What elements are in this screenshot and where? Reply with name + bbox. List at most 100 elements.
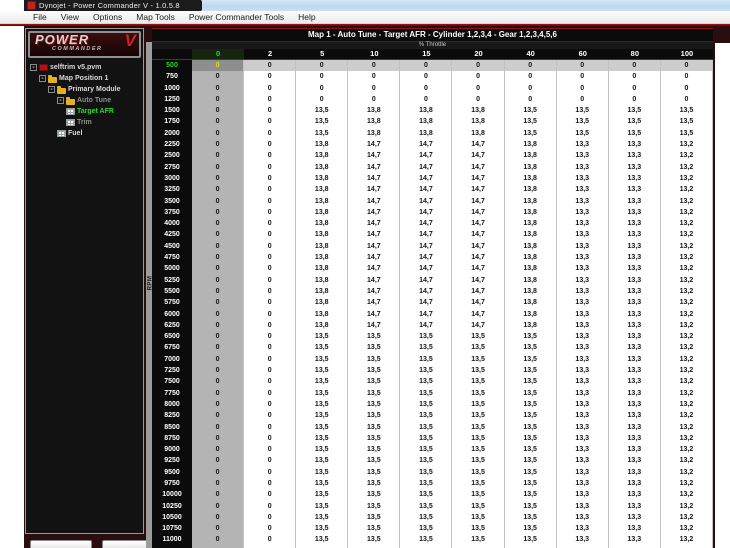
table-row: 3250 0 0 13,8 14,7 14,7 14,7 13,8 13,3 13,3 13,2 bbox=[152, 184, 713, 197]
logo-commander-text: COMMANDER bbox=[52, 46, 103, 52]
column-header-5[interactable]: 5 bbox=[296, 49, 348, 59]
table-row: 1500 0 0 13,5 13,8 13,8 13,8 13,5 13,5 13,5 13,5 bbox=[152, 105, 713, 118]
logo-v-text: V bbox=[124, 31, 136, 50]
table-row: 7500 0 0 13,5 13,5 13,5 13,5 13,5 13,3 13,3 13,2 bbox=[152, 376, 713, 389]
table-row: 4750 0 0 13,8 14,7 14,7 14,7 13,8 13,3 13,3 13,2 bbox=[152, 252, 713, 265]
titlebar-chip: Dynojet - Power Commander V - 1.0.5.8 bbox=[24, 0, 202, 11]
table-row: 6000 0 0 13,8 14,7 14,7 14,7 13,8 13,3 13,3 13,2 bbox=[152, 308, 713, 321]
menu-power-commander-tools[interactable]: Power Commander Tools bbox=[182, 11, 291, 24]
tree-item-trim[interactable]: Trim bbox=[26, 117, 143, 128]
table-row: 3000 0 0 13,8 14,7 14,7 14,7 13,8 13,3 13,3 13,2 bbox=[152, 172, 713, 186]
menu-view[interactable]: View bbox=[54, 11, 86, 24]
tree-item-target-afr[interactable]: Target AFR bbox=[26, 106, 143, 117]
table-row: 7750 0 0 13,5 13,5 13,5 13,5 13,5 13,3 13,3 13,2 bbox=[152, 387, 713, 400]
collapse-icon[interactable]: - bbox=[48, 86, 55, 93]
tree-item-map-position-1[interactable]: - Map Position 1 bbox=[26, 73, 143, 84]
table-row: 6500 0 0 13,5 13,5 13,5 13,5 13,5 13,3 13,3 13,2 bbox=[152, 331, 713, 344]
map-table-icon bbox=[66, 108, 75, 115]
table-row: 1750 0 0 13,5 13,8 13,8 13,8 13,5 13,5 13,5 13,5 bbox=[152, 116, 713, 129]
table-rows: 500 0 0 0 0 0 0 0 0 0 0 750 0 0 0 0 0 0 0 0 0 0 1000 0 0 0 0 0 0 0 0 0 0… bbox=[152, 60, 713, 548]
table-row: 10500 0 0 13,5 13,5 13,5 13,5 13,5 13,3 13,3 13,2 bbox=[152, 511, 713, 525]
tree-item-label: Map Position 1 bbox=[59, 75, 109, 82]
map-tree: - selftrim v5.pvm - Map Position 1- Primary … bbox=[26, 62, 143, 139]
menu-options[interactable]: Options bbox=[86, 11, 129, 24]
table-row: 6750 0 0 13,5 13,5 13,5 13,5 13,5 13,3 13,3 13,2 bbox=[152, 342, 713, 355]
logo-power-text: POWER bbox=[35, 32, 90, 47]
table-area: Map 1 - Auto Tune - Target AFR - Cylinde… bbox=[152, 28, 713, 548]
table-row: 2250 0 0 13,8 14,7 14,7 14,7 13,8 13,3 13,3 13,2 bbox=[152, 139, 713, 152]
table-row: 5500 0 0 13,8 14,7 14,7 14,7 13,8 13,3 13,3 13,2 bbox=[152, 285, 713, 299]
device-icon bbox=[39, 64, 48, 71]
table-row: 1250 0 0 0 0 0 0 0 0 0 0 bbox=[152, 93, 713, 107]
folder-icon bbox=[57, 85, 66, 94]
table-row: 2500 0 0 13,8 14,7 14,7 14,7 13,8 13,3 13,3 13,2 bbox=[152, 150, 713, 163]
folder-icon bbox=[48, 74, 57, 83]
column-header-80[interactable]: 80 bbox=[609, 49, 661, 59]
table-row: 750 0 0 0 0 0 0 0 0 0 0 bbox=[152, 71, 713, 84]
column-header-20[interactable]: 20 bbox=[452, 49, 504, 59]
table-row: 10000 0 0 13,5 13,5 13,5 13,5 13,5 13,3 13,3 13,2 bbox=[152, 489, 713, 502]
table-row: 6250 0 0 13,8 14,7 14,7 14,7 13,8 13,3 13,3 13,2 bbox=[152, 319, 713, 333]
column-header-60[interactable]: 60 bbox=[557, 49, 609, 59]
table-row: 5000 0 0 13,8 14,7 14,7 14,7 13,8 13,3 13,3 13,2 bbox=[152, 263, 713, 276]
tree-item-auto-tune[interactable]: - Auto Tune bbox=[26, 95, 143, 106]
table-row: 4500 0 0 13,8 14,7 14,7 14,7 13,8 13,3 13,3 13,2 bbox=[152, 240, 713, 254]
app-window: Dynojet - Power Commander V - 1.0.5.8 Fi… bbox=[0, 0, 730, 548]
menu-map-tools[interactable]: Map Tools bbox=[129, 11, 182, 24]
collapse-icon[interactable]: - bbox=[39, 75, 46, 82]
table-row: 10750 0 0 13,5 13,5 13,5 13,5 13,5 13,3 13,3 13,2 bbox=[152, 523, 713, 536]
main-content: POWER V COMMANDER - selftrim v5.pvm - Map P… bbox=[24, 26, 730, 548]
footer-button-left[interactable] bbox=[30, 540, 92, 548]
menu-bar: File View Options Map Tools Power Commander … bbox=[0, 11, 730, 24]
tree-item-label: Primary Module bbox=[68, 86, 121, 93]
tree-item-fuel[interactable]: Fuel bbox=[26, 128, 143, 139]
collapse-icon[interactable]: - bbox=[57, 97, 64, 104]
window-title: Dynojet - Power Commander V - 1.0.5.8 bbox=[39, 1, 180, 10]
table-row: 10250 0 0 13,5 13,5 13,5 13,5 13,5 13,3 13,3 13,2 bbox=[152, 500, 713, 513]
table-row: 2000 0 0 13,5 13,8 13,8 13,8 13,5 13,5 13,5 13,5 bbox=[152, 127, 713, 141]
tree-item-primary-module[interactable]: - Primary Module bbox=[26, 84, 143, 95]
map-header-title: Map 1 - Auto Tune - Target AFR - Cylinde… bbox=[152, 28, 713, 42]
power-commander-logo: POWER V COMMANDER bbox=[28, 31, 141, 58]
table-row: 8000 0 0 13,5 13,5 13,5 13,5 13,5 13,3 13,3 13,2 bbox=[152, 398, 713, 412]
tree-item-label: Trim bbox=[77, 119, 92, 126]
table-row: 8250 0 0 13,5 13,5 13,5 13,5 13,5 13,3 13,3 13,2 bbox=[152, 410, 713, 423]
table-row: 11000 0 0 13,5 13,5 13,5 13,5 13,5 13,3 13,3 13,2 bbox=[152, 534, 713, 547]
table-row: 4000 0 0 13,8 14,7 14,7 14,7 13,8 13,3 13,3 13,2 bbox=[152, 218, 713, 231]
app-icon bbox=[27, 1, 36, 10]
collapse-icon[interactable]: - bbox=[30, 64, 37, 71]
table-row: 5750 0 0 13,8 14,7 14,7 14,7 13,8 13,3 13,3 13,2 bbox=[152, 297, 713, 310]
table-row: 3750 0 0 13,8 14,7 14,7 14,7 13,8 13,3 13,3 13,2 bbox=[152, 206, 713, 220]
tree-item-label: Fuel bbox=[68, 130, 83, 137]
table-row: 2750 0 0 13,8 14,7 14,7 14,7 13,8 13,3 13,3 13,2 bbox=[152, 161, 713, 174]
table-row: 7250 0 0 13,5 13,5 13,5 13,5 13,5 13,3 13,3 13,2 bbox=[152, 365, 713, 378]
menu-help[interactable]: Help bbox=[291, 11, 322, 24]
table-row: 9750 0 0 13,5 13,5 13,5 13,5 13,5 13,3 13,3 13,2 bbox=[152, 477, 713, 491]
table-row: 3500 0 0 13,8 14,7 14,7 14,7 13,8 13,3 13,3 13,2 bbox=[152, 195, 713, 208]
column-header-2[interactable]: 2 bbox=[244, 49, 296, 59]
map-table-icon bbox=[57, 130, 66, 137]
column-header-40[interactable]: 40 bbox=[505, 49, 557, 59]
map-table-icon bbox=[66, 119, 75, 126]
tree-item-label: Auto Tune bbox=[77, 97, 112, 104]
table-row: 8750 0 0 13,5 13,5 13,5 13,5 13,5 13,3 13,3 13,2 bbox=[152, 432, 713, 446]
window-titlebar: Dynojet - Power Commander V - 1.0.5.8 bbox=[24, 0, 730, 11]
column-header-0[interactable]: 0 bbox=[192, 49, 245, 59]
table-row: 9000 0 0 13,5 13,5 13,5 13,5 13,5 13,3 13,3 13,2 bbox=[152, 444, 713, 457]
tree-item-selftrim-v5-pvm[interactable]: - selftrim v5.pvm bbox=[26, 62, 143, 73]
tree-item-label: Target AFR bbox=[77, 108, 114, 115]
column-header-15[interactable]: 15 bbox=[400, 49, 452, 59]
table-row: 8500 0 0 13,5 13,5 13,5 13,5 13,5 13,3 13,3 13,2 bbox=[152, 421, 713, 434]
throttle-axis-label: % Throttle bbox=[152, 42, 713, 49]
table-row: 9500 0 0 13,5 13,5 13,5 13,5 13,5 13,3 13,3 13,2 bbox=[152, 466, 713, 479]
table-row: 7000 0 0 13,5 13,5 13,5 13,5 13,5 13,3 13,3 13,2 bbox=[152, 353, 713, 367]
right-margin bbox=[715, 43, 730, 548]
column-header-10[interactable]: 10 bbox=[348, 49, 400, 59]
folder-icon bbox=[66, 96, 75, 105]
tree-item-label: selftrim v5.pvm bbox=[50, 64, 102, 71]
column-header-100[interactable]: 100 bbox=[661, 49, 713, 59]
table-row: 4250 0 0 13,8 14,7 14,7 14,7 13,8 13,3 13,3 13,2 bbox=[152, 229, 713, 242]
corner-cell bbox=[152, 49, 192, 59]
menu-file[interactable]: File bbox=[26, 11, 54, 24]
column-header-row: 0 2 5 10 15 20 40 60 80 100 bbox=[152, 49, 713, 60]
